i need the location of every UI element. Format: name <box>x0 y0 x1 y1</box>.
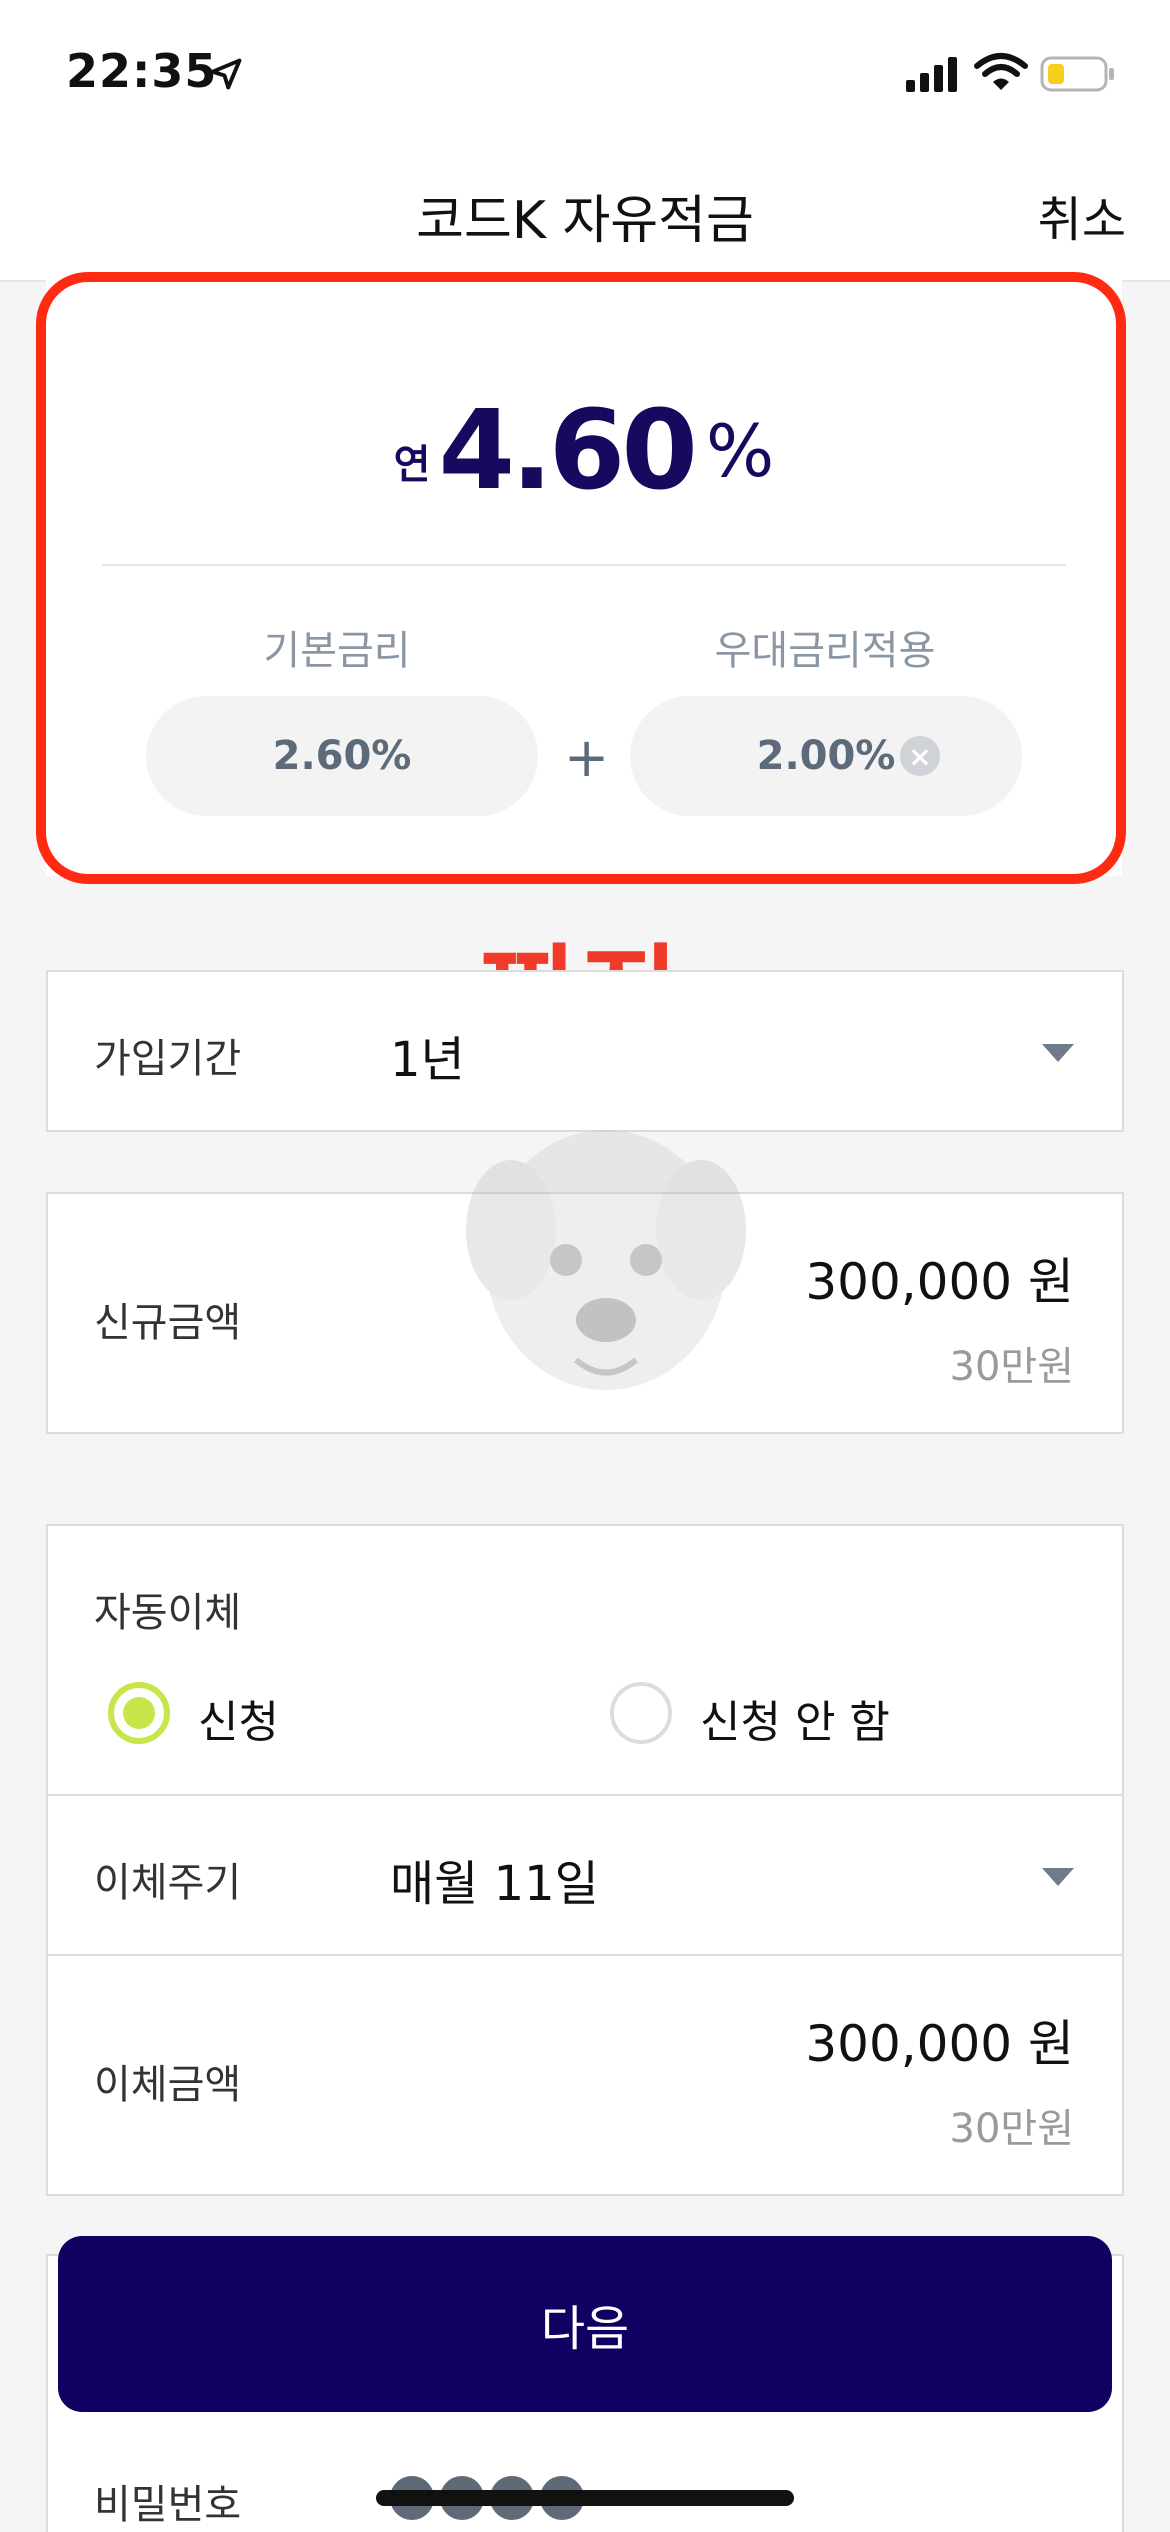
preferential-rate-pill[interactable]: 2.00% × <box>630 696 1022 816</box>
divider <box>102 564 1066 566</box>
no-apply-radio[interactable] <box>610 1682 672 1744</box>
next-button[interactable]: 다음 <box>58 2236 1112 2412</box>
chevron-down-icon <box>1042 1044 1074 1062</box>
total-rate: 연4.60% <box>46 386 1122 514</box>
dog-sticker-image <box>466 1130 746 1390</box>
rate-prefix: 연 <box>393 442 431 488</box>
preferential-rate-value: 2.00% <box>756 733 896 779</box>
total-rate-value: 4.60 <box>438 386 697 514</box>
home-indicator <box>376 2490 794 2506</box>
wifi-icon <box>974 53 1028 90</box>
transfer-cycle-label: 이체주기 <box>94 1860 242 1906</box>
transfer-amount-value: 300,000 원 <box>805 2015 1074 2073</box>
base-rate-label: 기본금리 <box>263 628 411 674</box>
plus-sign: + <box>564 726 610 789</box>
auto-transfer-row: 자동이체 신청 신청 안 함 <box>46 1524 1124 1796</box>
nav-header: 코드K 자유적금 취소 <box>0 150 1170 282</box>
transfer-amount-label: 이체금액 <box>94 2062 242 2108</box>
new-amount-korean: 30만원 <box>949 1344 1075 1390</box>
location-arrow-icon <box>210 58 242 90</box>
new-amount-value: 300,000 원 <box>805 1253 1074 1311</box>
period-value: 1년 <box>390 1032 465 1088</box>
base-rate-value: 2.60% <box>272 733 412 779</box>
status-bar: 22:35 <box>0 0 1170 150</box>
cancel-button[interactable]: 취소 <box>1038 180 1126 250</box>
status-time: 22:35 <box>66 44 218 98</box>
transfer-cycle-row[interactable]: 이체주기 매월 11일 <box>46 1794 1124 1956</box>
password-label: 비밀번호 <box>94 2482 242 2528</box>
cellular-signal-icon <box>906 57 957 92</box>
battery-low-icon <box>1040 56 1114 92</box>
rate-unit: % <box>705 409 775 493</box>
apply-radio-label[interactable]: 신청 <box>198 1686 279 1750</box>
preferential-rate-label: 우대금리적용 <box>714 628 936 674</box>
transfer-amount-korean: 30만원 <box>949 2106 1075 2152</box>
chevron-down-icon <box>1042 1868 1074 1886</box>
period-row[interactable]: 가입기간 1년 <box>46 970 1124 1132</box>
page-title: 코드K 자유적금 <box>416 191 754 251</box>
apply-radio[interactable] <box>108 1682 170 1744</box>
new-amount-label: 신규금액 <box>94 1300 242 1346</box>
no-apply-radio-label[interactable]: 신청 안 함 <box>700 1686 890 1750</box>
interest-rate-card: 연4.60% 기본금리 우대금리적용 2.60% + 2.00% × <box>46 278 1122 876</box>
transfer-cycle-value: 매월 11일 <box>390 1856 599 1912</box>
auto-transfer-label: 자동이체 <box>94 1590 242 1636</box>
clear-icon[interactable]: × <box>900 736 940 776</box>
base-rate-pill: 2.60% <box>146 696 538 816</box>
period-label: 가입기간 <box>94 1036 242 1082</box>
transfer-amount-row[interactable]: 이체금액 300,000 원 30만원 <box>46 1954 1124 2196</box>
